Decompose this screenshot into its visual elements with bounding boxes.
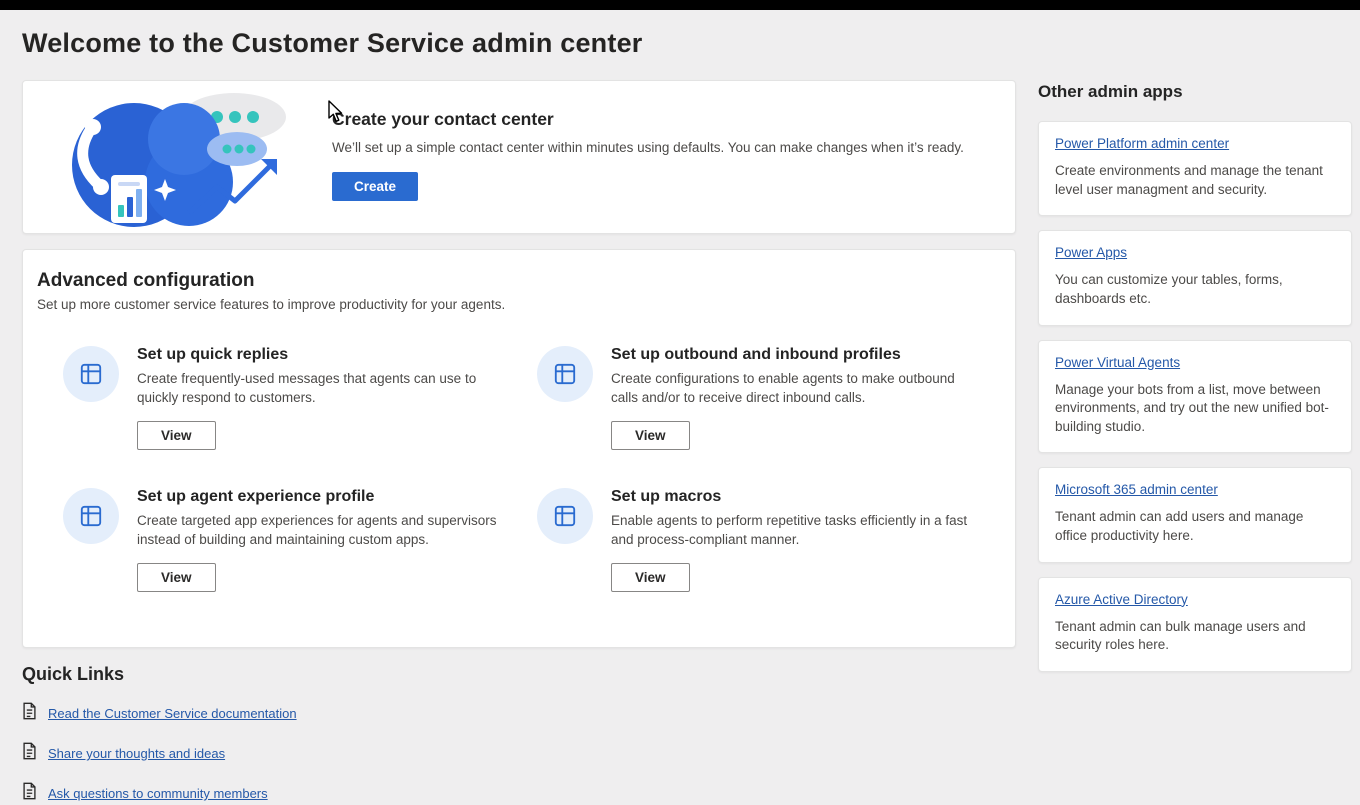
power-apps-link[interactable]: Power Apps bbox=[1055, 245, 1127, 260]
page-title: Welcome to the Customer Service admin ce… bbox=[22, 28, 643, 59]
quick-link-feedback: Share your thoughts and ideas bbox=[22, 742, 622, 765]
feature-agent-experience-profile: Set up agent experience profile Create t… bbox=[63, 488, 537, 592]
document-icon bbox=[22, 782, 37, 805]
app-card-microsoft-365: Microsoft 365 admin center Tenant admin … bbox=[1038, 467, 1352, 562]
app-description: Tenant admin can add users and manage of… bbox=[1055, 508, 1335, 545]
contact-center-card: Create your contact center We’ll set up … bbox=[22, 80, 1016, 234]
table-grid-icon bbox=[63, 346, 119, 402]
other-admin-apps-title: Other admin apps bbox=[1038, 82, 1352, 102]
table-grid-icon bbox=[537, 346, 593, 402]
document-icon bbox=[22, 742, 37, 765]
quick-link-documentation: Read the Customer Service documentation bbox=[22, 702, 622, 725]
feature-description: Enable agents to perform repetitive task… bbox=[611, 512, 983, 550]
view-agent-experience-button[interactable]: View bbox=[137, 563, 216, 592]
feature-description: Create frequently-used messages that age… bbox=[137, 370, 509, 408]
microsoft-365-link[interactable]: Microsoft 365 admin center bbox=[1055, 482, 1218, 497]
documentation-link[interactable]: Read the Customer Service documentation bbox=[48, 706, 297, 721]
feature-title: Set up macros bbox=[611, 488, 983, 506]
feature-quick-replies: Set up quick replies Create frequently-u… bbox=[63, 346, 537, 450]
advanced-configuration-card: Advanced configuration Set up more custo… bbox=[22, 249, 1016, 648]
feature-description: Create targeted app experiences for agen… bbox=[137, 512, 509, 550]
contact-center-title: Create your contact center bbox=[332, 109, 972, 130]
view-macros-button[interactable]: View bbox=[611, 563, 690, 592]
feature-title: Set up quick replies bbox=[137, 346, 509, 364]
share-thoughts-link[interactable]: Share your thoughts and ideas bbox=[48, 746, 225, 761]
app-description: Create environments and manage the tenan… bbox=[1055, 162, 1335, 199]
app-card-azure-active-directory: Azure Active Directory Tenant admin can … bbox=[1038, 577, 1352, 672]
app-card-power-platform: Power Platform admin center Create envir… bbox=[1038, 121, 1352, 216]
app-description: Tenant admin can bulk manage users and s… bbox=[1055, 618, 1335, 655]
app-description: You can customize your tables, forms, da… bbox=[1055, 271, 1335, 308]
feature-macros: Set up macros Enable agents to perform r… bbox=[537, 488, 1011, 592]
advanced-configuration-grid: Set up quick replies Create frequently-u… bbox=[63, 346, 1001, 592]
table-grid-icon bbox=[537, 488, 593, 544]
app-card-power-virtual-agents: Power Virtual Agents Manage your bots fr… bbox=[1038, 340, 1352, 454]
create-button[interactable]: Create bbox=[332, 172, 418, 201]
contact-center-description: We’ll set up a simple contact center wit… bbox=[332, 140, 972, 155]
feature-title: Set up outbound and inbound profiles bbox=[611, 346, 983, 364]
document-icon bbox=[22, 702, 37, 725]
app-description: Manage your bots from a list, move betwe… bbox=[1055, 381, 1335, 437]
quick-link-community: Ask questions to community members bbox=[22, 782, 622, 805]
community-questions-link[interactable]: Ask questions to community members bbox=[48, 786, 268, 801]
advanced-configuration-title: Advanced configuration bbox=[37, 270, 1001, 292]
power-platform-link[interactable]: Power Platform admin center bbox=[1055, 136, 1229, 151]
quick-links-title: Quick Links bbox=[22, 664, 622, 685]
quick-links-section: Quick Links Read the Customer Service do… bbox=[22, 664, 622, 805]
contact-center-content: Create your contact center We’ll set up … bbox=[332, 109, 972, 201]
contact-center-illustration-icon bbox=[39, 87, 301, 234]
azure-active-directory-link[interactable]: Azure Active Directory bbox=[1055, 592, 1188, 607]
table-grid-icon bbox=[63, 488, 119, 544]
app-card-power-apps: Power Apps You can customize your tables… bbox=[1038, 230, 1352, 325]
other-admin-apps-sidebar: Other admin apps Power Platform admin ce… bbox=[1038, 82, 1352, 686]
window-top-bar bbox=[0, 0, 1360, 10]
advanced-configuration-subtitle: Set up more customer service features to… bbox=[37, 297, 1001, 312]
power-virtual-agents-link[interactable]: Power Virtual Agents bbox=[1055, 355, 1180, 370]
view-quick-replies-button[interactable]: View bbox=[137, 421, 216, 450]
feature-outbound-inbound-profiles: Set up outbound and inbound profiles Cre… bbox=[537, 346, 1011, 450]
feature-description: Create configurations to enable agents t… bbox=[611, 370, 983, 408]
view-profiles-button[interactable]: View bbox=[611, 421, 690, 450]
feature-title: Set up agent experience profile bbox=[137, 488, 509, 506]
